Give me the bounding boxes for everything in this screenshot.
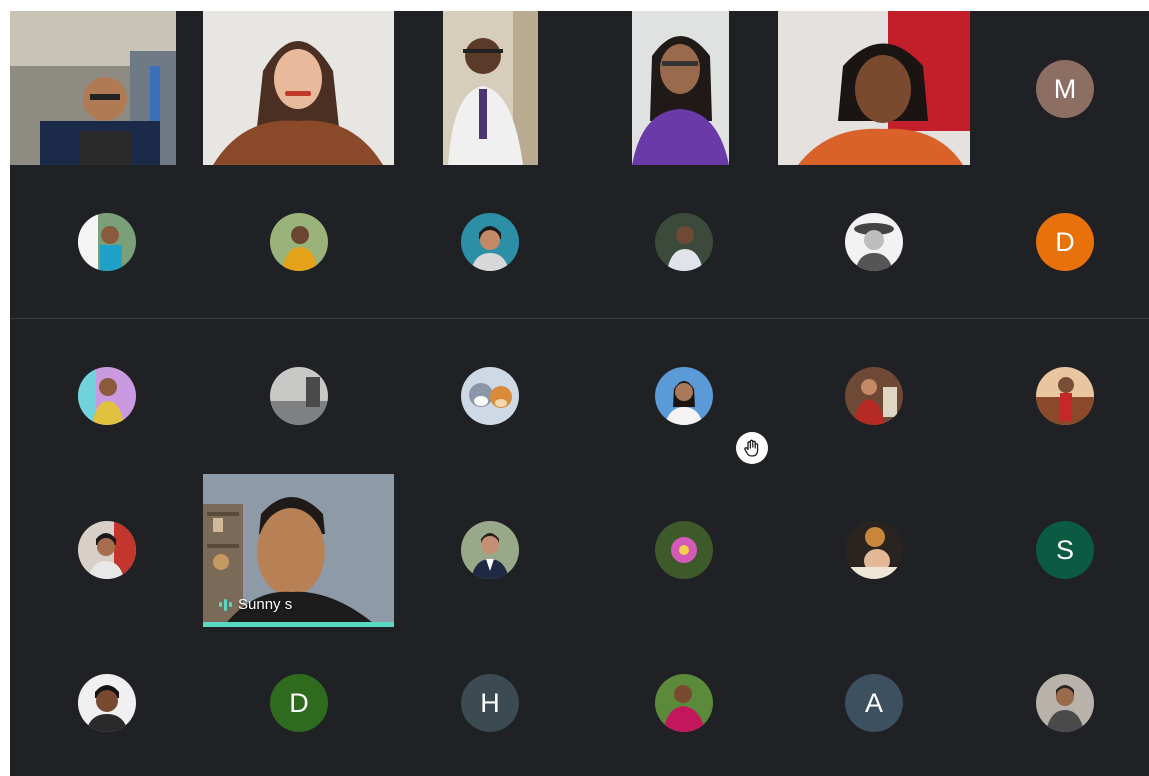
participant-avatar-photo[interactable] <box>655 367 713 425</box>
participant-video-image <box>10 11 176 165</box>
avatar-photo <box>655 367 713 425</box>
participant-avatar-photo[interactable] <box>845 367 903 425</box>
participant-avatar-photo[interactable] <box>78 674 136 732</box>
participant-avatar-photo[interactable] <box>270 213 328 271</box>
avatar-photo <box>1036 674 1094 732</box>
avatar-photo <box>845 213 903 271</box>
avatar-photo <box>461 213 519 271</box>
avatar-initial: H <box>480 687 500 718</box>
participant-avatar-photo[interactable] <box>1036 674 1094 732</box>
speaking-indicator-icon <box>219 598 232 611</box>
avatar-initial: S <box>1055 534 1074 565</box>
participant-avatar-photo[interactable] <box>655 213 713 271</box>
avatar-photo <box>1036 367 1094 425</box>
participant-avatar-a[interactable]: A <box>845 674 903 732</box>
participant-grid: M D Sunny s S D H A <box>10 11 1149 776</box>
participant-avatar-h[interactable]: H <box>461 674 519 732</box>
avatar-photo <box>78 674 136 732</box>
participant-video-5[interactable] <box>778 11 970 165</box>
speaker-name-tag: Sunny s <box>219 596 292 613</box>
participant-video-image <box>443 11 538 165</box>
participant-avatar-photo[interactable] <box>461 521 519 579</box>
participant-avatar-photo[interactable] <box>845 213 903 271</box>
avatar-photo <box>461 367 519 425</box>
participant-avatar-photo[interactable] <box>461 213 519 271</box>
participant-video-image <box>778 11 970 165</box>
participant-avatar-d-orange[interactable]: D <box>1036 213 1094 271</box>
participant-avatar-m[interactable]: M <box>1036 60 1094 118</box>
avatar-initial: D <box>1055 226 1075 257</box>
participant-video-image <box>632 11 729 165</box>
avatar-photo <box>655 521 713 579</box>
participant-avatar-photo[interactable] <box>845 521 903 579</box>
avatar-photo <box>78 521 136 579</box>
avatar-photo <box>655 674 713 732</box>
speaker-name: Sunny s <box>238 596 293 613</box>
avatar-initial: D <box>289 687 309 718</box>
hand-raised-icon <box>744 439 759 457</box>
participant-video-2[interactable] <box>203 11 394 165</box>
hand-raised-indicator <box>736 432 768 464</box>
participant-avatar-photo[interactable] <box>78 367 136 425</box>
participant-avatar-photo[interactable] <box>270 367 328 425</box>
avatar-photo <box>655 213 713 271</box>
participant-avatar-photo[interactable] <box>655 521 713 579</box>
participant-avatar-photo[interactable] <box>461 367 519 425</box>
avatar-initial: M <box>1053 73 1077 104</box>
participant-avatar-photo[interactable] <box>78 213 136 271</box>
participant-avatar-photo[interactable] <box>1036 367 1094 425</box>
avatar-photo <box>78 213 136 271</box>
avatar-photo <box>845 367 903 425</box>
participant-avatar-photo[interactable] <box>655 674 713 732</box>
participant-video-image <box>203 11 394 165</box>
avatar-photo <box>270 213 328 271</box>
avatar-photo <box>78 367 136 425</box>
participant-video-1[interactable] <box>10 11 176 165</box>
active-speaker-video[interactable]: Sunny s <box>203 474 394 627</box>
participant-video-4[interactable] <box>632 11 729 165</box>
participant-avatar-d-green[interactable]: D <box>270 674 328 732</box>
avatar-photo <box>461 521 519 579</box>
avatar-initial: A <box>864 687 883 718</box>
grid-divider <box>10 318 1149 319</box>
avatar-photo <box>270 367 328 425</box>
participant-avatar-photo[interactable] <box>78 521 136 579</box>
speaking-highlight-bar <box>203 622 394 627</box>
participant-video-3[interactable] <box>443 11 538 165</box>
participant-avatar-s[interactable]: S <box>1036 521 1094 579</box>
avatar-photo <box>845 521 903 579</box>
